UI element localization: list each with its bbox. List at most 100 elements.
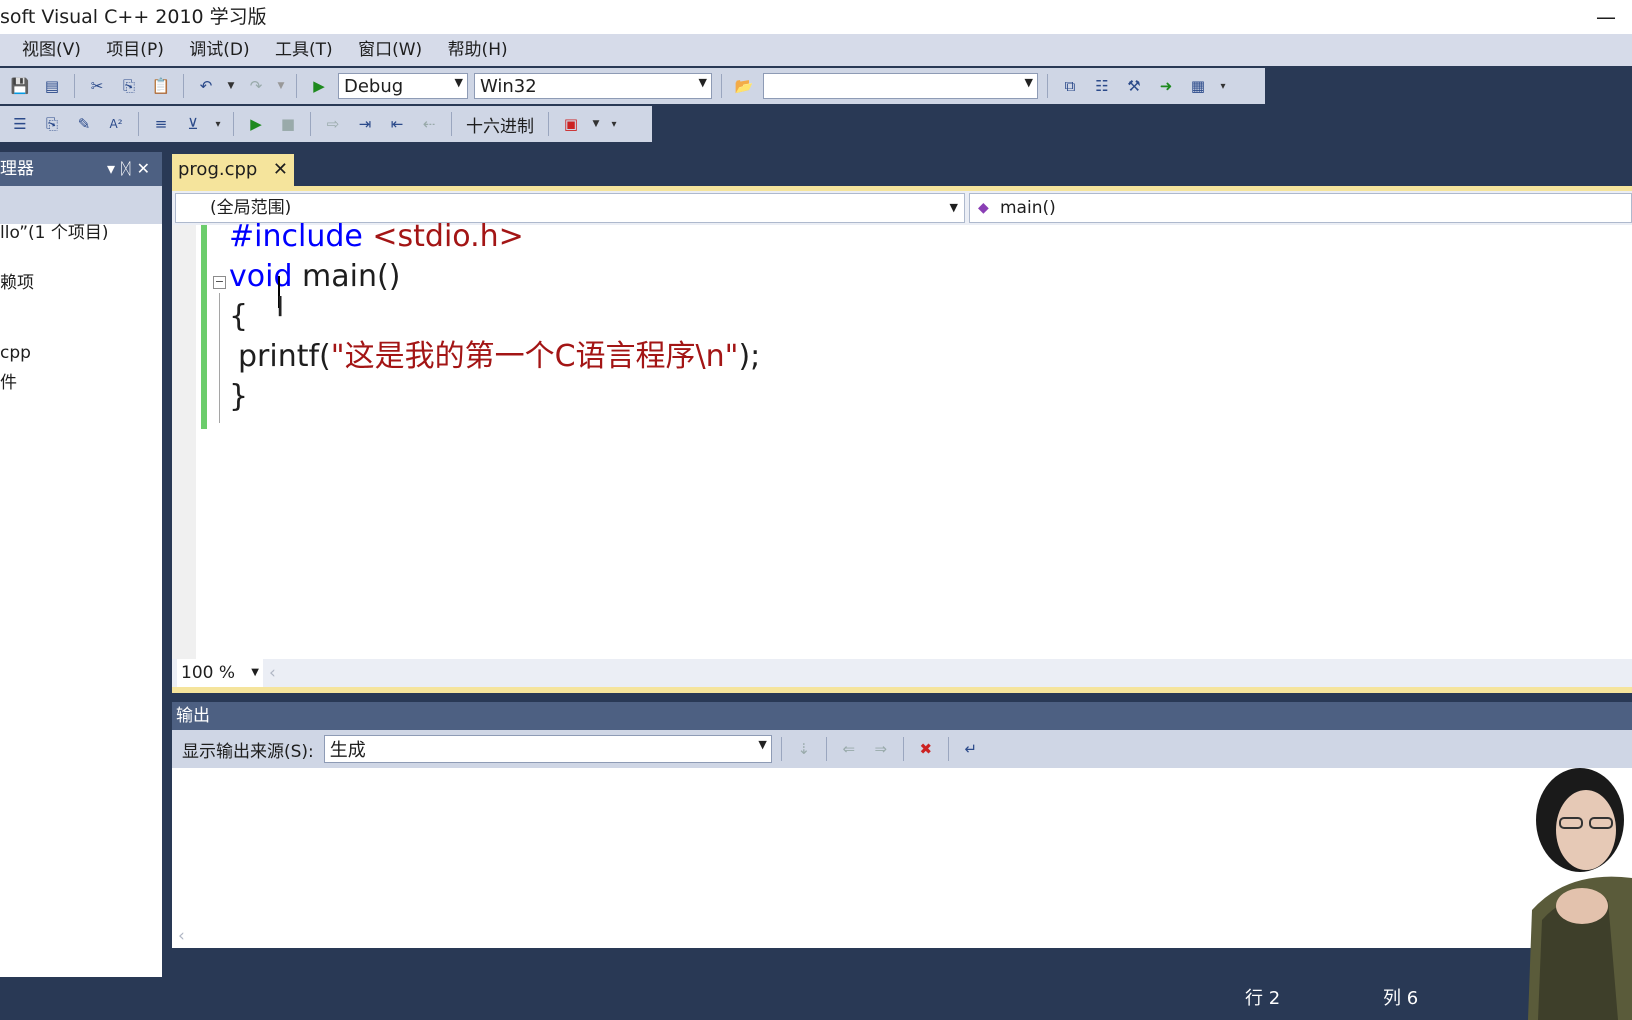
status-bar: 行 2 列 6 xyxy=(0,977,1632,1020)
dropdown-icon[interactable]: ▾ xyxy=(107,159,121,178)
start-debug-icon[interactable]: ▶ xyxy=(307,74,331,98)
tree-item-dependencies[interactable]: 赖项 xyxy=(0,268,34,293)
separator xyxy=(902,737,904,761)
save-icon[interactable]: 💾 xyxy=(8,74,32,98)
code-line-2: void main() xyxy=(229,257,400,297)
close-icon[interactable]: ✕ xyxy=(137,159,156,178)
panel-title: 理器 xyxy=(0,159,34,179)
extension-icon[interactable]: ▦ xyxy=(1186,74,1210,98)
collapse-icon[interactable]: − xyxy=(213,276,226,289)
scope-value: (全局范围) xyxy=(210,198,292,218)
paste-icon[interactable]: 📋 xyxy=(149,74,173,98)
chevron-down-icon: ▼ xyxy=(1024,76,1033,89)
output-title: 输出 xyxy=(176,706,210,726)
toolbar-options-icon[interactable]: ▾ xyxy=(609,112,619,136)
menu-project[interactable]: 项目(P) xyxy=(106,40,164,60)
separator xyxy=(721,74,722,98)
output-text-area[interactable]: ‹ xyxy=(172,768,1632,948)
code-line-4: printf("这是我的第一个C语言程序\n"); xyxy=(238,337,760,377)
clear-all-icon[interactable]: ✖ xyxy=(914,737,938,761)
minimize-button[interactable]: — xyxy=(1596,0,1616,34)
breakpoint-window-icon[interactable]: ▣ xyxy=(559,112,583,136)
continue-icon[interactable]: ▶ xyxy=(244,112,268,136)
code-line-5: } xyxy=(229,379,249,414)
toolbar-options-icon[interactable]: ▾ xyxy=(213,112,223,136)
function-combo[interactable]: ◆ main() xyxy=(969,193,1632,223)
hex-display-button[interactable]: 十六进制 xyxy=(466,112,534,137)
code-editor[interactable]: − #include <stdio.h> void main() { print… xyxy=(172,219,1632,659)
status-line: 行 2 xyxy=(1245,988,1281,1009)
fold-line xyxy=(219,293,220,423)
output-source-label: 显示输出来源(S): xyxy=(182,741,314,762)
platform-value: Win32 xyxy=(480,75,537,97)
title-bar: soft Visual C++ 2010 学习版 — xyxy=(0,0,1632,34)
output-panel-header: 输出 xyxy=(172,702,1632,730)
tab-prog-cpp[interactable]: prog.cpp ✕ xyxy=(172,154,294,186)
separator xyxy=(183,74,184,98)
presenter-video-overlay xyxy=(1528,768,1632,1020)
comment-icon[interactable]: ≡ xyxy=(149,112,173,136)
chevron-down-icon[interactable]: ▼ xyxy=(591,112,601,136)
navigate-icon[interactable]: ⎘ xyxy=(40,112,64,136)
font-icon[interactable]: A² xyxy=(104,112,128,136)
show-next-icon[interactable]: ⇠ xyxy=(417,112,441,136)
tree-item-files[interactable]: 件 xyxy=(0,368,17,393)
menu-tools[interactable]: 工具(T) xyxy=(275,40,333,60)
edit-icon[interactable]: ✎ xyxy=(72,112,96,136)
code-token: void xyxy=(229,259,293,294)
step-into-icon[interactable]: ⇥ xyxy=(353,112,377,136)
change-tracking-bar xyxy=(201,225,207,429)
next-message-icon[interactable]: ⇒ xyxy=(869,737,893,761)
code-token: ); xyxy=(738,339,761,374)
word-wrap-icon[interactable]: ↵ xyxy=(959,737,983,761)
find-in-files-icon[interactable]: 📂 xyxy=(732,74,756,98)
tree-item-solution[interactable]: llo”(1 个项目) xyxy=(0,218,109,243)
goto-source-icon[interactable]: ⇣ xyxy=(792,737,816,761)
code-line-1: #include <stdio.h> xyxy=(229,217,524,257)
zoom-combo[interactable]: 100 % ▼ xyxy=(177,659,263,687)
menu-window[interactable]: 窗口(W) xyxy=(358,40,422,60)
separator xyxy=(548,112,549,136)
standard-toolbar: 💾 ▤ ✂ ⎘ 📋 ↶ ▼ ↷ ▼ ▶ Debug ▼ Win32 ▼ 📂 ▼ … xyxy=(0,68,1265,104)
find-combo[interactable]: ▼ xyxy=(763,73,1038,99)
start-page-icon[interactable]: ➜ xyxy=(1154,74,1178,98)
stop-icon[interactable]: ■ xyxy=(276,112,300,136)
menu-view[interactable]: 视图(V) xyxy=(22,40,81,60)
scroll-left-icon[interactable]: ‹ xyxy=(178,926,185,946)
config-value: Debug xyxy=(344,75,404,97)
toolbar-options-icon[interactable]: ▾ xyxy=(1218,74,1228,98)
platform-combo[interactable]: Win32 ▼ xyxy=(474,73,712,99)
uncomment-icon[interactable]: ⊻ xyxy=(181,112,205,136)
chevron-down-icon: ▼ xyxy=(454,76,463,89)
previous-message-icon[interactable]: ⇐ xyxy=(837,737,861,761)
tree-item-cpp-file[interactable]: cpp xyxy=(0,343,31,363)
redo-dropdown-icon[interactable]: ▼ xyxy=(276,74,286,98)
scroll-left-icon[interactable]: ‹ xyxy=(269,659,276,687)
solution-explorer-icon[interactable]: ⧉ xyxy=(1058,74,1082,98)
menu-help[interactable]: 帮助(H) xyxy=(448,40,508,60)
copy-icon[interactable]: ⎘ xyxy=(117,74,141,98)
tools-icon[interactable]: ⚒ xyxy=(1122,74,1146,98)
zoom-bar: 100 % ▼ ‹ xyxy=(172,659,1632,687)
ibeam-cursor-icon: I xyxy=(276,290,285,323)
properties-icon[interactable]: ☷ xyxy=(1090,74,1114,98)
config-combo[interactable]: Debug ▼ xyxy=(338,73,468,99)
separator xyxy=(296,74,297,98)
step-over-icon[interactable]: ⇨ xyxy=(321,112,345,136)
zoom-value: 100 % xyxy=(181,663,236,683)
menu-debug[interactable]: 调试(D) xyxy=(189,40,249,60)
undo-dropdown-icon[interactable]: ▼ xyxy=(226,74,236,98)
undo-icon[interactable]: ↶ xyxy=(194,74,218,98)
code-token: #include xyxy=(229,219,363,254)
save-all-icon[interactable]: ▤ xyxy=(40,74,64,98)
class-view-icon[interactable]: ☰ xyxy=(8,112,32,136)
editor-bottom-border xyxy=(172,687,1632,693)
output-source-combo[interactable]: 生成 ▼ xyxy=(323,735,772,763)
step-out-icon[interactable]: ⇤ xyxy=(385,112,409,136)
chevron-down-icon: ▼ xyxy=(251,667,259,678)
redo-icon[interactable]: ↷ xyxy=(244,74,268,98)
close-icon[interactable]: ✕ xyxy=(273,154,288,186)
pin-icon[interactable]: ᛞ xyxy=(121,159,137,178)
cut-icon[interactable]: ✂ xyxy=(85,74,109,98)
separator xyxy=(1047,74,1048,98)
